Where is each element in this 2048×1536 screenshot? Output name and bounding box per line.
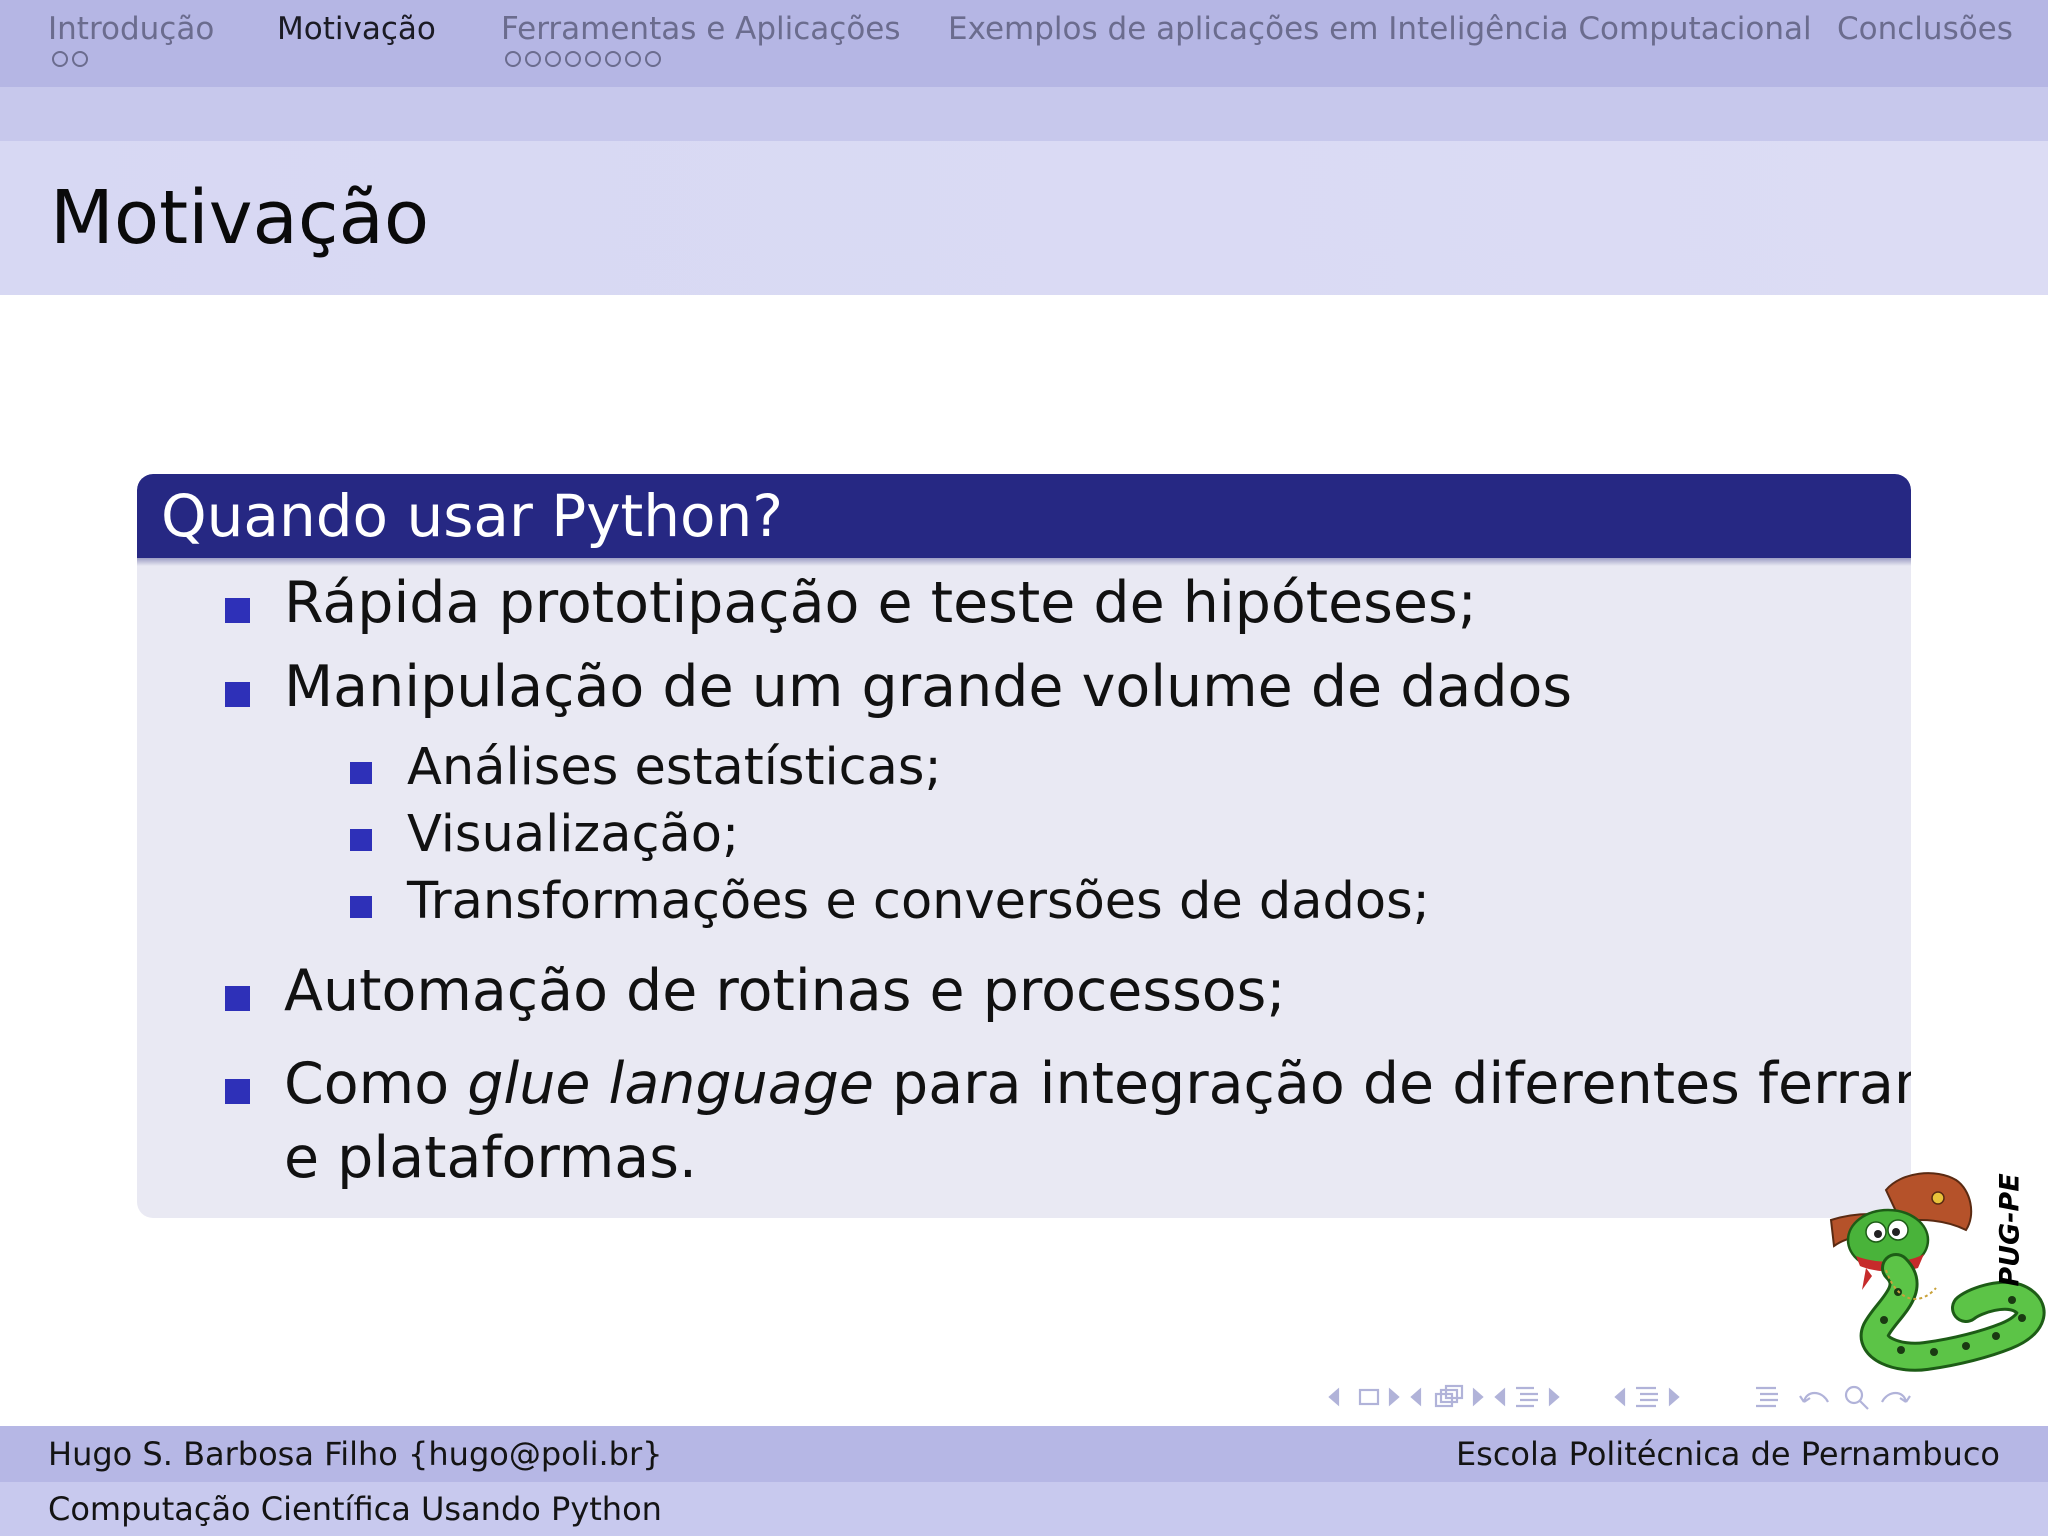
frame-icon[interactable] bbox=[1434, 1384, 1464, 1408]
footer-title-bar: Computação Científica Usando Python bbox=[0, 1482, 2048, 1536]
block-title: Quando usar Python? bbox=[161, 482, 784, 550]
footer-author: Hugo S. Barbosa Filho {hugo@poli.br} bbox=[48, 1435, 663, 1473]
footer-institution: Escola Politécnica de Pernambuco bbox=[1455, 1435, 2000, 1473]
previous-section-arrow-icon[interactable] bbox=[1614, 1387, 1626, 1407]
next-frame-arrow-icon[interactable] bbox=[1472, 1387, 1484, 1407]
slide-dot[interactable] bbox=[72, 51, 88, 67]
content-block: Quando usar Python? Rápida prototipação … bbox=[137, 474, 1911, 1218]
beamer-navigation-controls bbox=[1328, 1384, 1911, 1410]
nav-section-label[interactable]: Conclusões bbox=[1837, 10, 2013, 48]
list-item-continuation: e plataformas. bbox=[284, 1125, 698, 1191]
footer-talk-title: Computação Científica Usando Python bbox=[48, 1490, 662, 1528]
slide-dot[interactable] bbox=[645, 51, 661, 67]
bullet-icon bbox=[350, 762, 372, 784]
sublist-item: Visualização; bbox=[407, 805, 740, 864]
nav-subsection-strip bbox=[0, 87, 2048, 141]
next-slide-arrow-icon[interactable] bbox=[1388, 1387, 1400, 1407]
slide-dot[interactable] bbox=[505, 51, 521, 67]
slide-dot[interactable] bbox=[625, 51, 641, 67]
list-item: Como glue language para integração de di… bbox=[284, 1051, 1911, 1117]
slide-dot[interactable] bbox=[545, 51, 561, 67]
forward-icon[interactable] bbox=[1881, 1391, 1911, 1403]
previous-slide-arrow-icon[interactable] bbox=[1328, 1387, 1340, 1407]
page-title: Motivação bbox=[50, 175, 430, 261]
frame-title-bar: Motivação bbox=[0, 141, 2048, 295]
slide-dot[interactable] bbox=[525, 51, 541, 67]
section-navigation: Introdução Motivação Ferramentas e Aplic… bbox=[0, 0, 2048, 87]
presentation-icon[interactable] bbox=[1756, 1386, 1778, 1408]
bullet-icon bbox=[350, 829, 372, 851]
bullet-icon bbox=[225, 1079, 250, 1104]
bullet-icon bbox=[225, 682, 250, 707]
slide-dot[interactable] bbox=[585, 51, 601, 67]
nav-section-conclusoes[interactable]: Conclusões bbox=[1837, 10, 2013, 48]
bullet-icon bbox=[225, 986, 250, 1011]
list-item-text: para integração de diferentes ferramenta… bbox=[892, 1051, 1911, 1117]
logo-text: PUG-PE bbox=[1994, 1173, 2026, 1287]
slide-dot[interactable] bbox=[605, 51, 621, 67]
bullet-icon bbox=[225, 598, 250, 623]
section-icon[interactable] bbox=[1636, 1386, 1658, 1408]
slide-icon[interactable] bbox=[1358, 1388, 1380, 1406]
subsection-dots bbox=[52, 51, 214, 67]
back-icon[interactable] bbox=[1799, 1391, 1829, 1403]
slide-dot[interactable] bbox=[565, 51, 581, 67]
list-item: Automação de rotinas e processos; bbox=[284, 958, 1286, 1024]
list-item: Manipulação de um grande volume de dados bbox=[284, 654, 1573, 720]
nav-section-label[interactable]: Ferramentas e Aplicações bbox=[501, 10, 901, 48]
sublist-item: Transformações e conversões de dados; bbox=[407, 872, 1430, 931]
nav-section-label[interactable]: Exemplos de aplicações em Inteligência C… bbox=[948, 10, 1812, 48]
nav-section-ferramentas[interactable]: Ferramentas e Aplicações bbox=[501, 10, 901, 67]
previous-subsection-arrow-icon[interactable] bbox=[1494, 1387, 1506, 1407]
next-subsection-arrow-icon[interactable] bbox=[1548, 1387, 1560, 1407]
emphasis-text: glue language bbox=[467, 1051, 874, 1117]
nav-section-motivacao[interactable]: Motivação bbox=[277, 10, 436, 48]
nav-section-label[interactable]: Introdução bbox=[48, 10, 214, 48]
footer-info-bar: Hugo S. Barbosa Filho {hugo@poli.br} Esc… bbox=[0, 1426, 2048, 1482]
sublist-item: Análises estatísticas; bbox=[407, 738, 942, 797]
list-item: Rápida prototipação e teste de hipóteses… bbox=[284, 570, 1477, 636]
nav-section-introducao[interactable]: Introdução bbox=[48, 10, 214, 67]
list-item-text: Como bbox=[284, 1051, 468, 1117]
bullet-icon bbox=[350, 896, 372, 918]
block-header: Quando usar Python? bbox=[137, 474, 1911, 566]
nav-section-label[interactable]: Motivação bbox=[277, 10, 436, 48]
next-section-arrow-icon[interactable] bbox=[1668, 1387, 1680, 1407]
slide-dot[interactable] bbox=[52, 51, 68, 67]
nav-section-exemplos[interactable]: Exemplos de aplicações em Inteligência C… bbox=[948, 10, 1812, 48]
search-icon[interactable] bbox=[1844, 1385, 1869, 1410]
previous-frame-arrow-icon[interactable] bbox=[1410, 1387, 1422, 1407]
subsection-dots bbox=[505, 51, 901, 67]
subsection-icon[interactable] bbox=[1516, 1386, 1538, 1408]
